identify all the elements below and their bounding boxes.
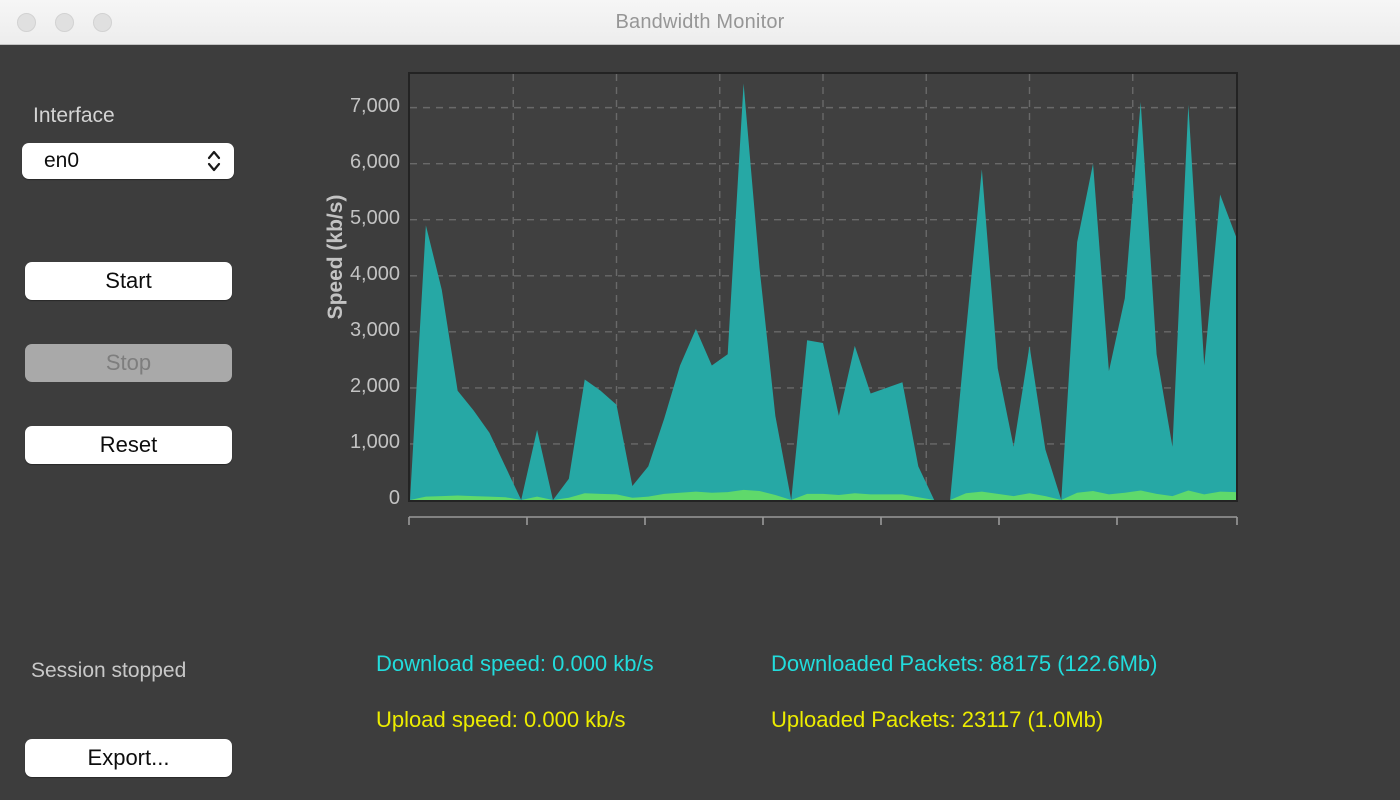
export-button[interactable]: Export... bbox=[25, 739, 232, 777]
y-tick-label: 6,000 bbox=[349, 150, 400, 173]
interface-select[interactable]: en0 bbox=[22, 143, 234, 179]
chart-plot-area[interactable] bbox=[408, 72, 1238, 502]
upload-speed-stat: Upload speed: 0.000 kb/s bbox=[376, 707, 626, 732]
control-panel: Interface en0 Start Stop Reset Session s… bbox=[0, 45, 280, 800]
download-speed-stat: Download speed: 0.000 kb/s bbox=[376, 651, 654, 676]
window-title: Bandwidth Monitor bbox=[615, 11, 785, 33]
uploaded-packets-stat: Uploaded Packets: 23117 (1.0Mb) bbox=[771, 707, 1104, 732]
interface-select-value: en0 bbox=[44, 149, 80, 172]
y-tick-label: 5,000 bbox=[349, 206, 400, 229]
x-axis bbox=[408, 513, 1238, 525]
title-bar: Bandwidth Monitor bbox=[0, 0, 1400, 45]
app-window: Bandwidth Monitor Interface en0 Start St… bbox=[0, 0, 1400, 800]
statistics-panel: Download speed: 0.000 kb/s Downloaded Pa… bbox=[280, 585, 1380, 745]
y-tick-label: 1,000 bbox=[349, 430, 400, 453]
reset-button[interactable]: Reset bbox=[25, 426, 232, 464]
bandwidth-chart: Speed (kb/s) 0 1,000 2,000 3,000 4,000 5,000 6… bbox=[280, 45, 1280, 525]
y-tick-label: 3,000 bbox=[349, 318, 400, 341]
y-tick-label: 4,000 bbox=[349, 262, 400, 285]
chevron-updown-icon[interactable] bbox=[205, 148, 223, 174]
start-button[interactable]: Start bbox=[25, 262, 232, 300]
interface-label: Interface bbox=[33, 104, 115, 127]
y-tick-label: 0 bbox=[388, 487, 400, 509]
stop-button: Stop bbox=[25, 344, 232, 382]
session-status-text: Session stopped bbox=[31, 659, 187, 682]
y-axis-tick-labels: 0 1,000 2,000 3,000 4,000 5,000 6,000 7,000 bbox=[310, 45, 400, 525]
downloaded-packets-stat: Downloaded Packets: 88175 (122.6Mb) bbox=[771, 651, 1158, 676]
y-tick-label: 2,000 bbox=[349, 374, 400, 397]
window-body: Interface en0 Start Stop Reset Session s… bbox=[0, 45, 1400, 800]
y-tick-label: 7,000 bbox=[349, 94, 400, 117]
